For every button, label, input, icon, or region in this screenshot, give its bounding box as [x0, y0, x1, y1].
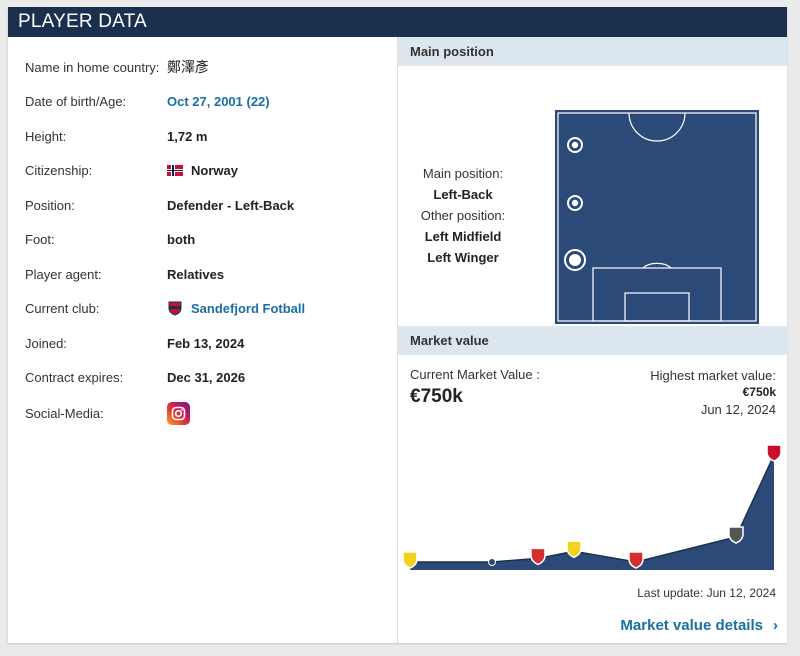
- info-label: Contract expires:: [25, 369, 124, 385]
- info-label: Foot:: [25, 231, 55, 247]
- info-row-contract: Contract expires: Dec 31, 2026: [25, 367, 245, 387]
- last-update: Last update: Jun 12, 2024: [637, 586, 776, 600]
- info-row-dob: Date of birth/Age: Oct 27, 2001 (22): [25, 91, 270, 111]
- info-label: Name in home country:: [25, 59, 160, 75]
- info-value: 鄭澤彥: [167, 59, 209, 75]
- info-label: Date of birth/Age:: [25, 93, 127, 109]
- chart-point: [628, 551, 644, 569]
- chevron-right-icon: ›: [773, 617, 778, 634]
- norway-flag-icon: [167, 164, 183, 176]
- info-value: Dec 31, 2026: [167, 369, 246, 385]
- club-crest-icon: [168, 301, 182, 316]
- card-title: PLAYER DATA: [8, 7, 787, 37]
- highest-value-label: Highest market value:: [650, 368, 776, 383]
- info-label: Joined:: [25, 335, 67, 351]
- info-value: Feb 13, 2024: [167, 335, 245, 351]
- club-name: Sandefjord Fotball: [191, 300, 306, 316]
- main-position-panel: Main position: Left-Back Other position:…: [398, 66, 788, 326]
- chart-point: [566, 540, 582, 559]
- chart-point: [402, 551, 418, 569]
- highest-value-date: Jun 12, 2024: [700, 402, 776, 417]
- info-row-position: Position: Defender - Left-Back: [25, 195, 294, 215]
- position-text: Main position: Left-Back Other position:…: [408, 163, 518, 268]
- instagram-icon[interactable]: [167, 401, 190, 425]
- club-link[interactable]: Sandefjord Fotball: [167, 300, 305, 316]
- player-info-column: Name in home country: 鄭澤彥 Date of birth/…: [8, 37, 397, 643]
- chart-point: [766, 445, 782, 462]
- highest-market-value: Highest market value: €750k Jun 12, 2024: [650, 367, 776, 418]
- market-value-header: Market value: [398, 326, 788, 355]
- position-and-value-column: Main position Main position: Left-Back O…: [397, 37, 788, 643]
- info-value: both: [167, 231, 196, 247]
- info-row-foot: Foot: both: [25, 229, 195, 249]
- info-row-club: Current club: Sandefjord Fotball: [25, 298, 305, 318]
- highest-value-amount: €750k: [742, 385, 776, 399]
- info-label: Height:: [25, 128, 67, 144]
- info-label: Current club:: [25, 300, 100, 316]
- chart-point: [728, 526, 744, 544]
- current-value-amount: €750k: [410, 386, 463, 407]
- pitch-diagram: [555, 110, 759, 324]
- info-row-social: Social-Media:: [25, 400, 190, 426]
- info-value: 1,72 m: [167, 128, 208, 144]
- main-position-header: Main position: [398, 37, 787, 66]
- info-label: Position:: [25, 197, 75, 213]
- citizenship-value: Norway: [167, 163, 238, 178]
- main-position-value: Left-Back: [433, 187, 493, 202]
- info-row-name: Name in home country: 鄭澤彥: [25, 57, 209, 77]
- info-label: Citizenship:: [25, 162, 93, 178]
- other-position-value: Left Midfield: [424, 229, 502, 244]
- market-value-details-link[interactable]: Market value details ›: [620, 617, 778, 634]
- info-value: Relatives: [167, 266, 225, 282]
- chart-point: [530, 547, 546, 566]
- chart-area: [410, 455, 774, 570]
- other-position-value: Left Winger: [427, 250, 499, 265]
- info-row-citizenship: Citizenship: Norway: [25, 160, 238, 180]
- info-row-joined: Joined: Feb 13, 2024: [25, 333, 244, 353]
- country-name: Norway: [191, 162, 238, 178]
- info-label: Social-Media:: [25, 405, 104, 421]
- market-value-chart[interactable]: [398, 445, 788, 575]
- details-link-label: Market value details: [620, 617, 763, 634]
- current-market-value: Current Market Value : €750k: [410, 367, 540, 408]
- main-position-label: Main position:: [422, 166, 504, 181]
- dob-link[interactable]: Oct 27, 2001 (22): [167, 94, 270, 109]
- info-row-agent: Player agent: Relatives: [25, 264, 224, 284]
- current-value-label: Current Market Value :: [410, 367, 540, 382]
- info-row-height: Height: 1,72 m: [25, 126, 207, 146]
- player-data-card: PLAYER DATA Name in home country: 鄭澤彥 Da…: [8, 7, 788, 643]
- info-label: Player agent:: [25, 266, 102, 282]
- other-position-label: Other position:: [420, 208, 506, 223]
- info-value: Defender - Left-Back: [167, 197, 295, 213]
- chart-point: [488, 558, 496, 566]
- market-value-panel: Current Market Value : €750k Highest mar…: [398, 355, 788, 643]
